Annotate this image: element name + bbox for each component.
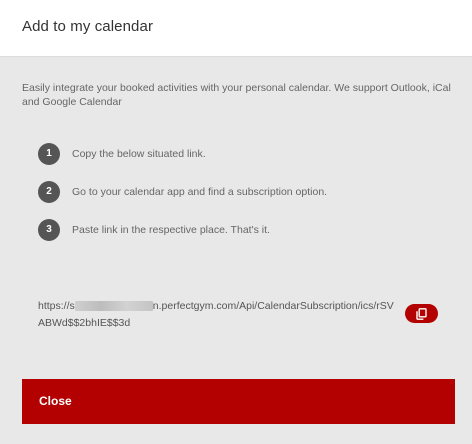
step-number-badge: 1 bbox=[38, 142, 60, 165]
copy-icon bbox=[416, 307, 427, 320]
intro-text: Easily integrate your booked activities … bbox=[22, 82, 451, 108]
link-prefix: https://s bbox=[38, 300, 75, 312]
copy-link-button[interactable] bbox=[405, 304, 438, 323]
step-text: Go to your calendar app and find a subsc… bbox=[72, 185, 328, 198]
steps-list: 1 Copy the below situated link. 2 Go to … bbox=[38, 142, 327, 256]
step-text: Paste link in the respective place. That… bbox=[72, 223, 270, 236]
add-to-calendar-dialog: Add to my calendar Easily integrate your… bbox=[0, 0, 472, 444]
step-item: 3 Paste link in the respective place. Th… bbox=[38, 218, 327, 241]
redacted-segment bbox=[74, 301, 153, 312]
dialog-header: Add to my calendar bbox=[0, 0, 472, 57]
subscription-link[interactable]: https://s n.perfectgym.com/Api/CalendarSu… bbox=[38, 298, 398, 332]
step-text: Copy the below situated link. bbox=[72, 147, 206, 160]
step-number-badge: 3 bbox=[38, 218, 60, 241]
close-button[interactable]: Close bbox=[22, 379, 455, 424]
step-item: 1 Copy the below situated link. bbox=[38, 142, 327, 165]
step-number-badge: 2 bbox=[38, 180, 60, 203]
step-item: 2 Go to your calendar app and find a sub… bbox=[38, 180, 327, 203]
dialog-title: Add to my calendar bbox=[22, 18, 154, 35]
